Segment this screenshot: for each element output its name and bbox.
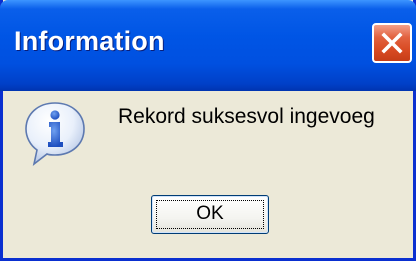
close-button[interactable]	[372, 23, 412, 63]
ok-button-label: OK	[196, 203, 224, 224]
dialog-title: Information	[14, 26, 165, 56]
close-icon	[381, 32, 403, 54]
dialog-body: Rekord suksesvol ingevoeg OK	[3, 91, 413, 261]
dialog-message: Rekord suksesvol ingevoeg	[118, 105, 375, 128]
ok-button[interactable]: OK	[151, 195, 269, 234]
information-dialog: Information Rekord suksesvol ingevoeg OK	[0, 0, 416, 261]
information-icon	[25, 102, 85, 166]
title-bar[interactable]: Information	[0, 0, 416, 91]
